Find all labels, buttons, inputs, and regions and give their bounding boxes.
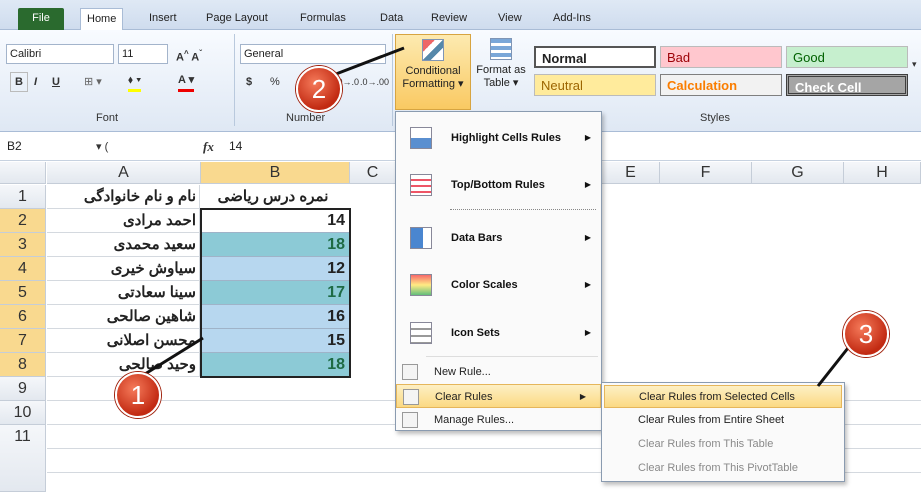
callout-3: 3 xyxy=(843,311,889,357)
arrow-2 xyxy=(335,46,405,76)
callout-1: 1 xyxy=(115,372,161,418)
excel-window: File Home Insert Page Layout Formulas Da… xyxy=(0,0,921,492)
annotation-arrows xyxy=(144,46,850,387)
callout-2: 2 xyxy=(296,66,342,112)
arrow-3 xyxy=(816,347,850,387)
arrow-1 xyxy=(144,336,204,376)
